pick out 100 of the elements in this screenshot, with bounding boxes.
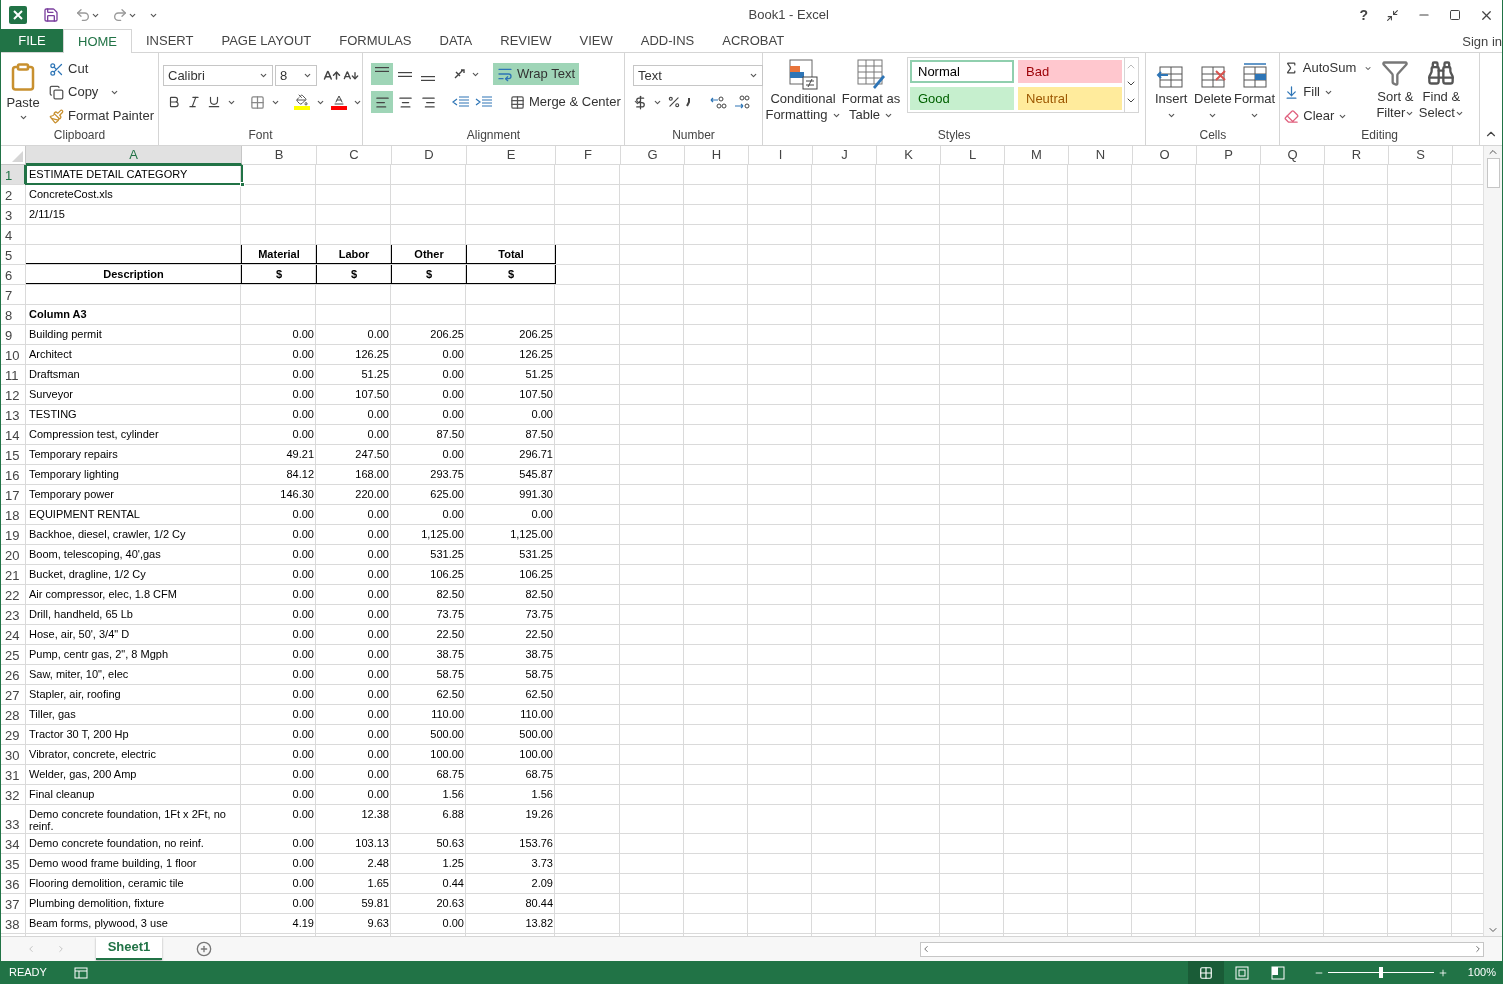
ribbon-tab[interactable]: FILE [1, 29, 63, 52]
underline-icon[interactable] [207, 95, 221, 109]
column-header[interactable]: N [1069, 146, 1133, 165]
wrap-text-button[interactable]: Wrap Text [493, 63, 580, 85]
cell-style-option[interactable]: Neutral [1018, 86, 1122, 110]
zoom-slider[interactable] [1327, 966, 1434, 979]
cells-button[interactable]: Format [1233, 57, 1276, 127]
zoom-thumb[interactable] [1378, 967, 1383, 978]
number-format-field[interactable]: Text [633, 65, 763, 86]
row-header[interactable]: 1 [1, 165, 26, 184]
undo-icon[interactable] [75, 7, 91, 23]
column-header[interactable]: A [26, 146, 242, 165]
cell-style-option[interactable]: Good [910, 86, 1014, 110]
scroll-right-icon[interactable] [1473, 944, 1483, 954]
zoom-in-icon[interactable] [1437, 967, 1448, 978]
percent-icon[interactable] [667, 95, 681, 109]
ribbon-tab[interactable]: ADD-INS [626, 29, 709, 52]
borders-icon[interactable] [250, 94, 265, 110]
decrease-decimal-icon[interactable] [732, 94, 750, 110]
increase-indent-icon[interactable] [475, 95, 493, 109]
add-sheet-icon[interactable] [196, 941, 212, 957]
macro-record-icon[interactable] [73, 966, 88, 979]
column-header[interactable]: B [242, 146, 317, 165]
find-select-button[interactable]: Find & Select [1418, 57, 1465, 127]
ribbon-tab[interactable]: VIEW [565, 29, 627, 52]
ribbon-tab[interactable]: INSERT [132, 29, 208, 52]
column-header[interactable]: D [392, 146, 467, 165]
grid-icon [1198, 965, 1213, 980]
table-cell-text: 13.82 [524, 916, 554, 931]
column-header[interactable]: G [621, 146, 685, 165]
help-button[interactable]: ? [1359, 4, 1368, 26]
column-header[interactable]: J [813, 146, 877, 165]
merge-center-button[interactable]: Merge & Center [506, 91, 646, 113]
sheet-tab[interactable]: Sheet1 [96, 936, 162, 960]
font-size-field[interactable]: 8 [275, 65, 317, 86]
column-header[interactable]: I [749, 146, 813, 165]
save-icon[interactable] [43, 7, 59, 23]
scroll-left-icon[interactable] [921, 944, 931, 954]
cut-button[interactable]: Cut [49, 59, 154, 79]
table-cell-text: 1.56 [441, 787, 465, 802]
cell-style-option[interactable]: Bad [1018, 60, 1122, 83]
font-color-icon[interactable] [331, 94, 347, 110]
format-painter-button[interactable]: Format Painter [49, 105, 154, 127]
column-header[interactable]: L [941, 146, 1005, 165]
bold-icon[interactable] [167, 95, 181, 109]
italic-icon[interactable] [187, 95, 201, 109]
table-cell-text: 206.25 [518, 327, 554, 342]
column-header[interactable]: C [317, 146, 392, 165]
format-as-table-button[interactable]: Format as Table [839, 57, 903, 127]
ribbon-tab[interactable]: PAGE LAYOUT [207, 29, 326, 52]
column-header[interactable]: H [685, 146, 749, 165]
cells-button[interactable]: Delete [1192, 57, 1234, 127]
ribbon-tab[interactable]: ACROBAT [708, 29, 799, 52]
ribbon-tab[interactable]: HOME [63, 29, 132, 53]
scroll-thumb[interactable] [1486, 158, 1500, 188]
increase-decimal-icon[interactable] [709, 94, 727, 110]
font-name-field[interactable]: Calibri [163, 65, 273, 86]
ribbon-display-icon[interactable] [1386, 8, 1399, 22]
column-header[interactable]: E [467, 146, 556, 165]
maximize-icon[interactable] [1449, 9, 1461, 21]
table-cell-text: 50.63 [435, 836, 465, 851]
autosum-button[interactable]: AutoSum [1284, 57, 1373, 79]
zoom-level[interactable]: 100% [1467, 964, 1496, 981]
table-cell-text: 0.00 [366, 747, 390, 762]
excel-logo[interactable] [9, 6, 27, 24]
column-header[interactable]: R [1325, 146, 1389, 165]
comma-icon[interactable] [686, 97, 692, 107]
vertical-scrollbar[interactable] [1483, 146, 1502, 936]
column-header[interactable]: F [556, 146, 621, 165]
horizontal-scrollbar[interactable] [920, 941, 1484, 957]
table-cell-text: 0.00 [291, 387, 315, 402]
sign-in-link[interactable]: Sign in [1462, 30, 1502, 52]
column-header[interactable]: O [1133, 146, 1197, 165]
table-cell-text: Hose, air, 50', 3/4" D [28, 627, 131, 642]
fill-handle[interactable] [240, 182, 245, 187]
conditional-formatting-button[interactable]: Conditional Formatting [767, 57, 839, 127]
cell-style-option[interactable]: Normal [910, 60, 1014, 83]
ribbon-tab[interactable]: DATA [425, 29, 487, 52]
decrease-indent-icon[interactable] [452, 95, 470, 109]
page-break-icon [1270, 965, 1285, 980]
column-header[interactable]: S [1389, 146, 1453, 165]
clear-button[interactable]: Clear [1284, 105, 1373, 127]
ribbon-tab[interactable]: FORMULAS [325, 29, 426, 52]
conditional-formatting-icon [787, 57, 819, 91]
align-button[interactable] [371, 63, 393, 85]
paste-button[interactable]: Paste [5, 57, 41, 127]
cells-button[interactable]: Insert [1150, 57, 1192, 127]
redo-icon[interactable] [112, 7, 128, 23]
table-cell-text: Compression test, cylinder [28, 427, 160, 442]
view-button[interactable] [1187, 960, 1224, 984]
copy-button[interactable]: Copy [49, 81, 154, 103]
column-header[interactable]: K [877, 146, 941, 165]
column-header[interactable]: M [1005, 146, 1069, 165]
fill-button[interactable]: Fill [1284, 81, 1373, 103]
fill-color-icon[interactable] [294, 94, 310, 110]
sort-filter-button[interactable]: Sort & Filter [1372, 57, 1419, 127]
column-header[interactable]: Q [1261, 146, 1325, 165]
column-header[interactable]: P [1197, 146, 1261, 165]
ribbon-tab[interactable]: REVIEW [486, 29, 566, 52]
currency-icon[interactable] [633, 94, 648, 110]
